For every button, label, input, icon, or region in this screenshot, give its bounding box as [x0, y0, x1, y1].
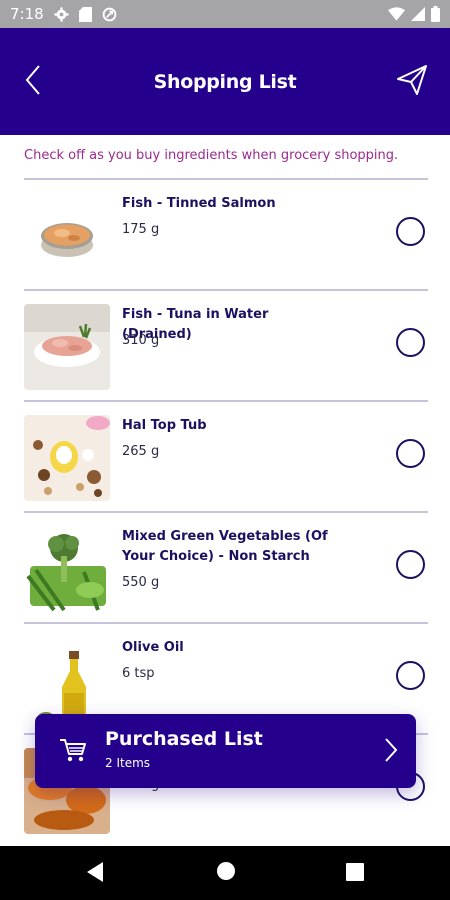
item-quantity: 175 g [122, 222, 160, 237]
navigation-bar [0, 846, 450, 900]
send-button[interactable] [392, 62, 432, 102]
sync-icon [102, 7, 117, 22]
tuna-image [24, 304, 110, 390]
item-name: Mixed Green Vegetables (Of Your Choice) … [122, 529, 328, 564]
list-item: Fish - Tinned Salmon 175 g [24, 178, 428, 289]
back-arrow-icon [24, 64, 42, 100]
green-vegetables-image [24, 526, 110, 612]
wifi-icon [388, 7, 405, 21]
item-name: Fish - Tinned Salmon [122, 196, 276, 211]
list-item: Fish - Tuna in Water (Drained) 310 g [24, 289, 428, 400]
send-icon [396, 64, 428, 100]
list-item: Hal Top Tub 265 g [24, 400, 428, 511]
item-checkbox[interactable] [396, 217, 425, 246]
list-item: Mixed Green Vegetables (Of Your Choice) … [24, 511, 428, 622]
item-quantity: 550 g [122, 575, 160, 590]
instruction-text: Check off as you buy ingredients when gr… [24, 148, 399, 163]
nav-home-icon[interactable] [216, 861, 236, 885]
halo-top-tub-image [24, 415, 110, 501]
item-quantity: 310 g [122, 333, 160, 348]
page-title: Shopping List [153, 70, 297, 93]
item-name: Hal Top Tub [122, 418, 207, 433]
item-checkbox[interactable] [396, 439, 425, 468]
signal-icon [411, 7, 425, 21]
olive-oil-image [24, 637, 110, 723]
cart-icon [59, 736, 87, 768]
app-header: Shopping List [0, 28, 450, 135]
nav-back-icon[interactable] [85, 861, 105, 887]
nav-recents-icon[interactable] [346, 863, 364, 885]
item-checkbox[interactable] [396, 328, 425, 357]
item-checkbox[interactable] [396, 661, 425, 690]
back-button[interactable] [16, 62, 50, 102]
purchased-item-count: 2 Items [105, 756, 151, 770]
item-checkbox[interactable] [396, 550, 425, 579]
battery-icon [431, 6, 440, 22]
purchased-list-button[interactable]: Purchased List 2 Items [35, 714, 416, 788]
status-time: 7:18 [10, 5, 44, 23]
sd-card-icon [78, 6, 92, 22]
chevron-right-icon [384, 737, 398, 767]
purchased-list-title: Purchased List [105, 728, 263, 750]
tinned-salmon-image [24, 193, 110, 279]
item-quantity: 265 g [122, 444, 160, 459]
settings-icon [54, 6, 69, 22]
item-name: Olive Oil [122, 640, 184, 655]
item-quantity: 6 tsp [122, 666, 155, 681]
status-bar: 7:18 [0, 0, 450, 28]
